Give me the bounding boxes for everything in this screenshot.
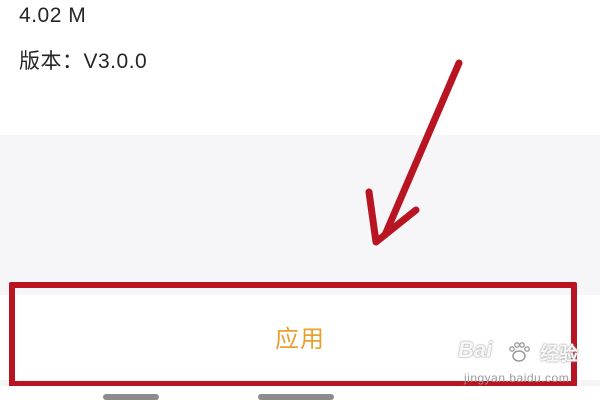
arrow-shaft [381, 59, 463, 239]
watermark: Bai 经验 jingyan.baidu.com [458, 337, 598, 397]
watermark-domain: jingyan.baidu.com [464, 371, 570, 385]
watermark-sub: 经验 [540, 344, 579, 365]
watermark-brand: Bai [458, 337, 493, 362]
paw-icon [509, 342, 530, 362]
